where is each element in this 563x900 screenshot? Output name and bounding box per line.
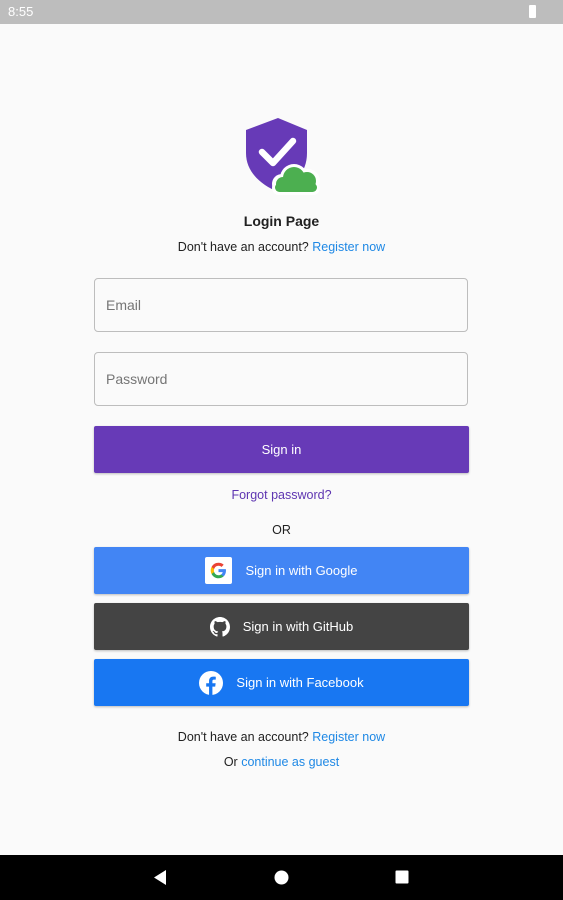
- register-prompt-top: Don't have an account? Register now: [0, 240, 563, 254]
- status-time: 8:55: [8, 4, 34, 19]
- navigation-bar: [0, 855, 563, 900]
- github-icon: [209, 616, 230, 637]
- shield-check-cloud-icon: [246, 118, 320, 195]
- google-icon: [205, 557, 233, 584]
- page-title: Login Page: [243, 213, 320, 229]
- home-icon[interactable]: [274, 870, 289, 885]
- sign-in-label: Sign in: [261, 442, 302, 457]
- google-sign-in-label: Sign in with Google: [245, 563, 358, 578]
- facebook-sign-in-label: Sign in with Facebook: [236, 675, 364, 690]
- status-bar: 8:55: [0, 0, 563, 24]
- or-divider: OR: [272, 523, 291, 537]
- password-field[interactable]: [94, 352, 468, 406]
- continue-as-guest-link[interactable]: continue as guest: [241, 755, 339, 769]
- battery-icon: [529, 5, 536, 18]
- footer-register-link[interactable]: Register now: [312, 730, 385, 744]
- email-field[interactable]: [94, 278, 468, 332]
- github-sign-in-label: Sign in with GitHub: [242, 619, 354, 634]
- sign-in-button[interactable]: Sign in: [94, 426, 469, 473]
- guest-prompt: Or continue as guest: [0, 755, 563, 769]
- github-sign-in-button[interactable]: Sign in with GitHub: [94, 603, 469, 650]
- back-icon[interactable]: [152, 869, 168, 886]
- forgot-password-link[interactable]: Forgot password?: [0, 488, 563, 502]
- register-link[interactable]: Register now: [312, 240, 385, 254]
- register-prompt-bottom: Don't have an account? Register now: [0, 730, 563, 744]
- facebook-sign-in-button[interactable]: Sign in with Facebook: [94, 659, 469, 706]
- guest-or-text: Or: [223, 755, 238, 769]
- google-sign-in-button[interactable]: Sign in with Google: [94, 547, 469, 594]
- register-prompt-text: Don't have an account?: [177, 240, 309, 254]
- recents-icon[interactable]: [395, 870, 409, 884]
- footer-register-prompt-text: Don't have an account?: [177, 730, 309, 744]
- facebook-icon: [199, 670, 224, 695]
